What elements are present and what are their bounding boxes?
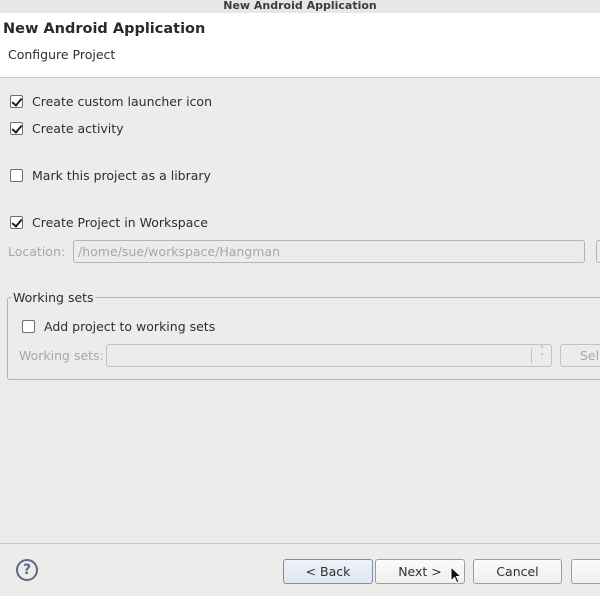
create-activity-checkbox[interactable]: Create activity [10,120,124,136]
checkbox-box[interactable] [10,94,23,108]
create-launcher-icon-checkbox[interactable]: Create custom launcher icon [10,93,212,109]
checkbox-box[interactable] [10,215,23,229]
checkbox-label: Add project to working sets [44,318,216,334]
mark-library-checkbox[interactable]: Mark this project as a library [10,167,211,183]
combo-separator [531,348,532,363]
checkbox-label: Create activity [32,120,124,136]
wizard-subtitle: Configure Project [8,47,116,62]
location-input[interactable]: /home/sue/workspace/Hangman [73,240,585,263]
updown-arrows-icon: ˄ ˅ [539,345,545,364]
checkbox-label: Create custom launcher icon [32,93,213,109]
window-title: New Android Application [223,0,377,12]
mouse-cursor-icon [450,566,462,584]
window-title-bar: New Android Application [0,0,600,13]
select-working-sets-button[interactable]: Sel [560,344,600,367]
working-sets-combo[interactable]: ˄ ˅ [106,344,552,367]
wizard-header: New Android Application Configure Projec… [0,13,600,78]
working-sets-group-title: Working sets [12,290,95,305]
back-button[interactable]: < Back [283,559,373,584]
finish-button[interactable] [571,559,600,584]
help-icon[interactable]: ? [16,559,38,581]
create-in-workspace-checkbox[interactable]: Create Project in Workspace [10,214,208,230]
working-sets-group [7,297,600,380]
location-label: Location: [8,244,66,259]
checkbox-box[interactable] [10,168,23,182]
add-to-working-sets-checkbox[interactable]: Add project to working sets [22,318,215,334]
checkbox-box[interactable] [22,319,35,333]
cancel-button[interactable]: Cancel [473,559,562,584]
wizard-title: New Android Application [3,21,206,37]
browse-button[interactable] [596,240,600,263]
checkbox-label: Create Project in Workspace [32,214,208,230]
footer-divider [0,543,600,544]
checkbox-label: Mark this project as a library [32,167,211,183]
working-sets-label: Working sets: [19,348,104,363]
checkbox-box[interactable] [10,121,23,135]
